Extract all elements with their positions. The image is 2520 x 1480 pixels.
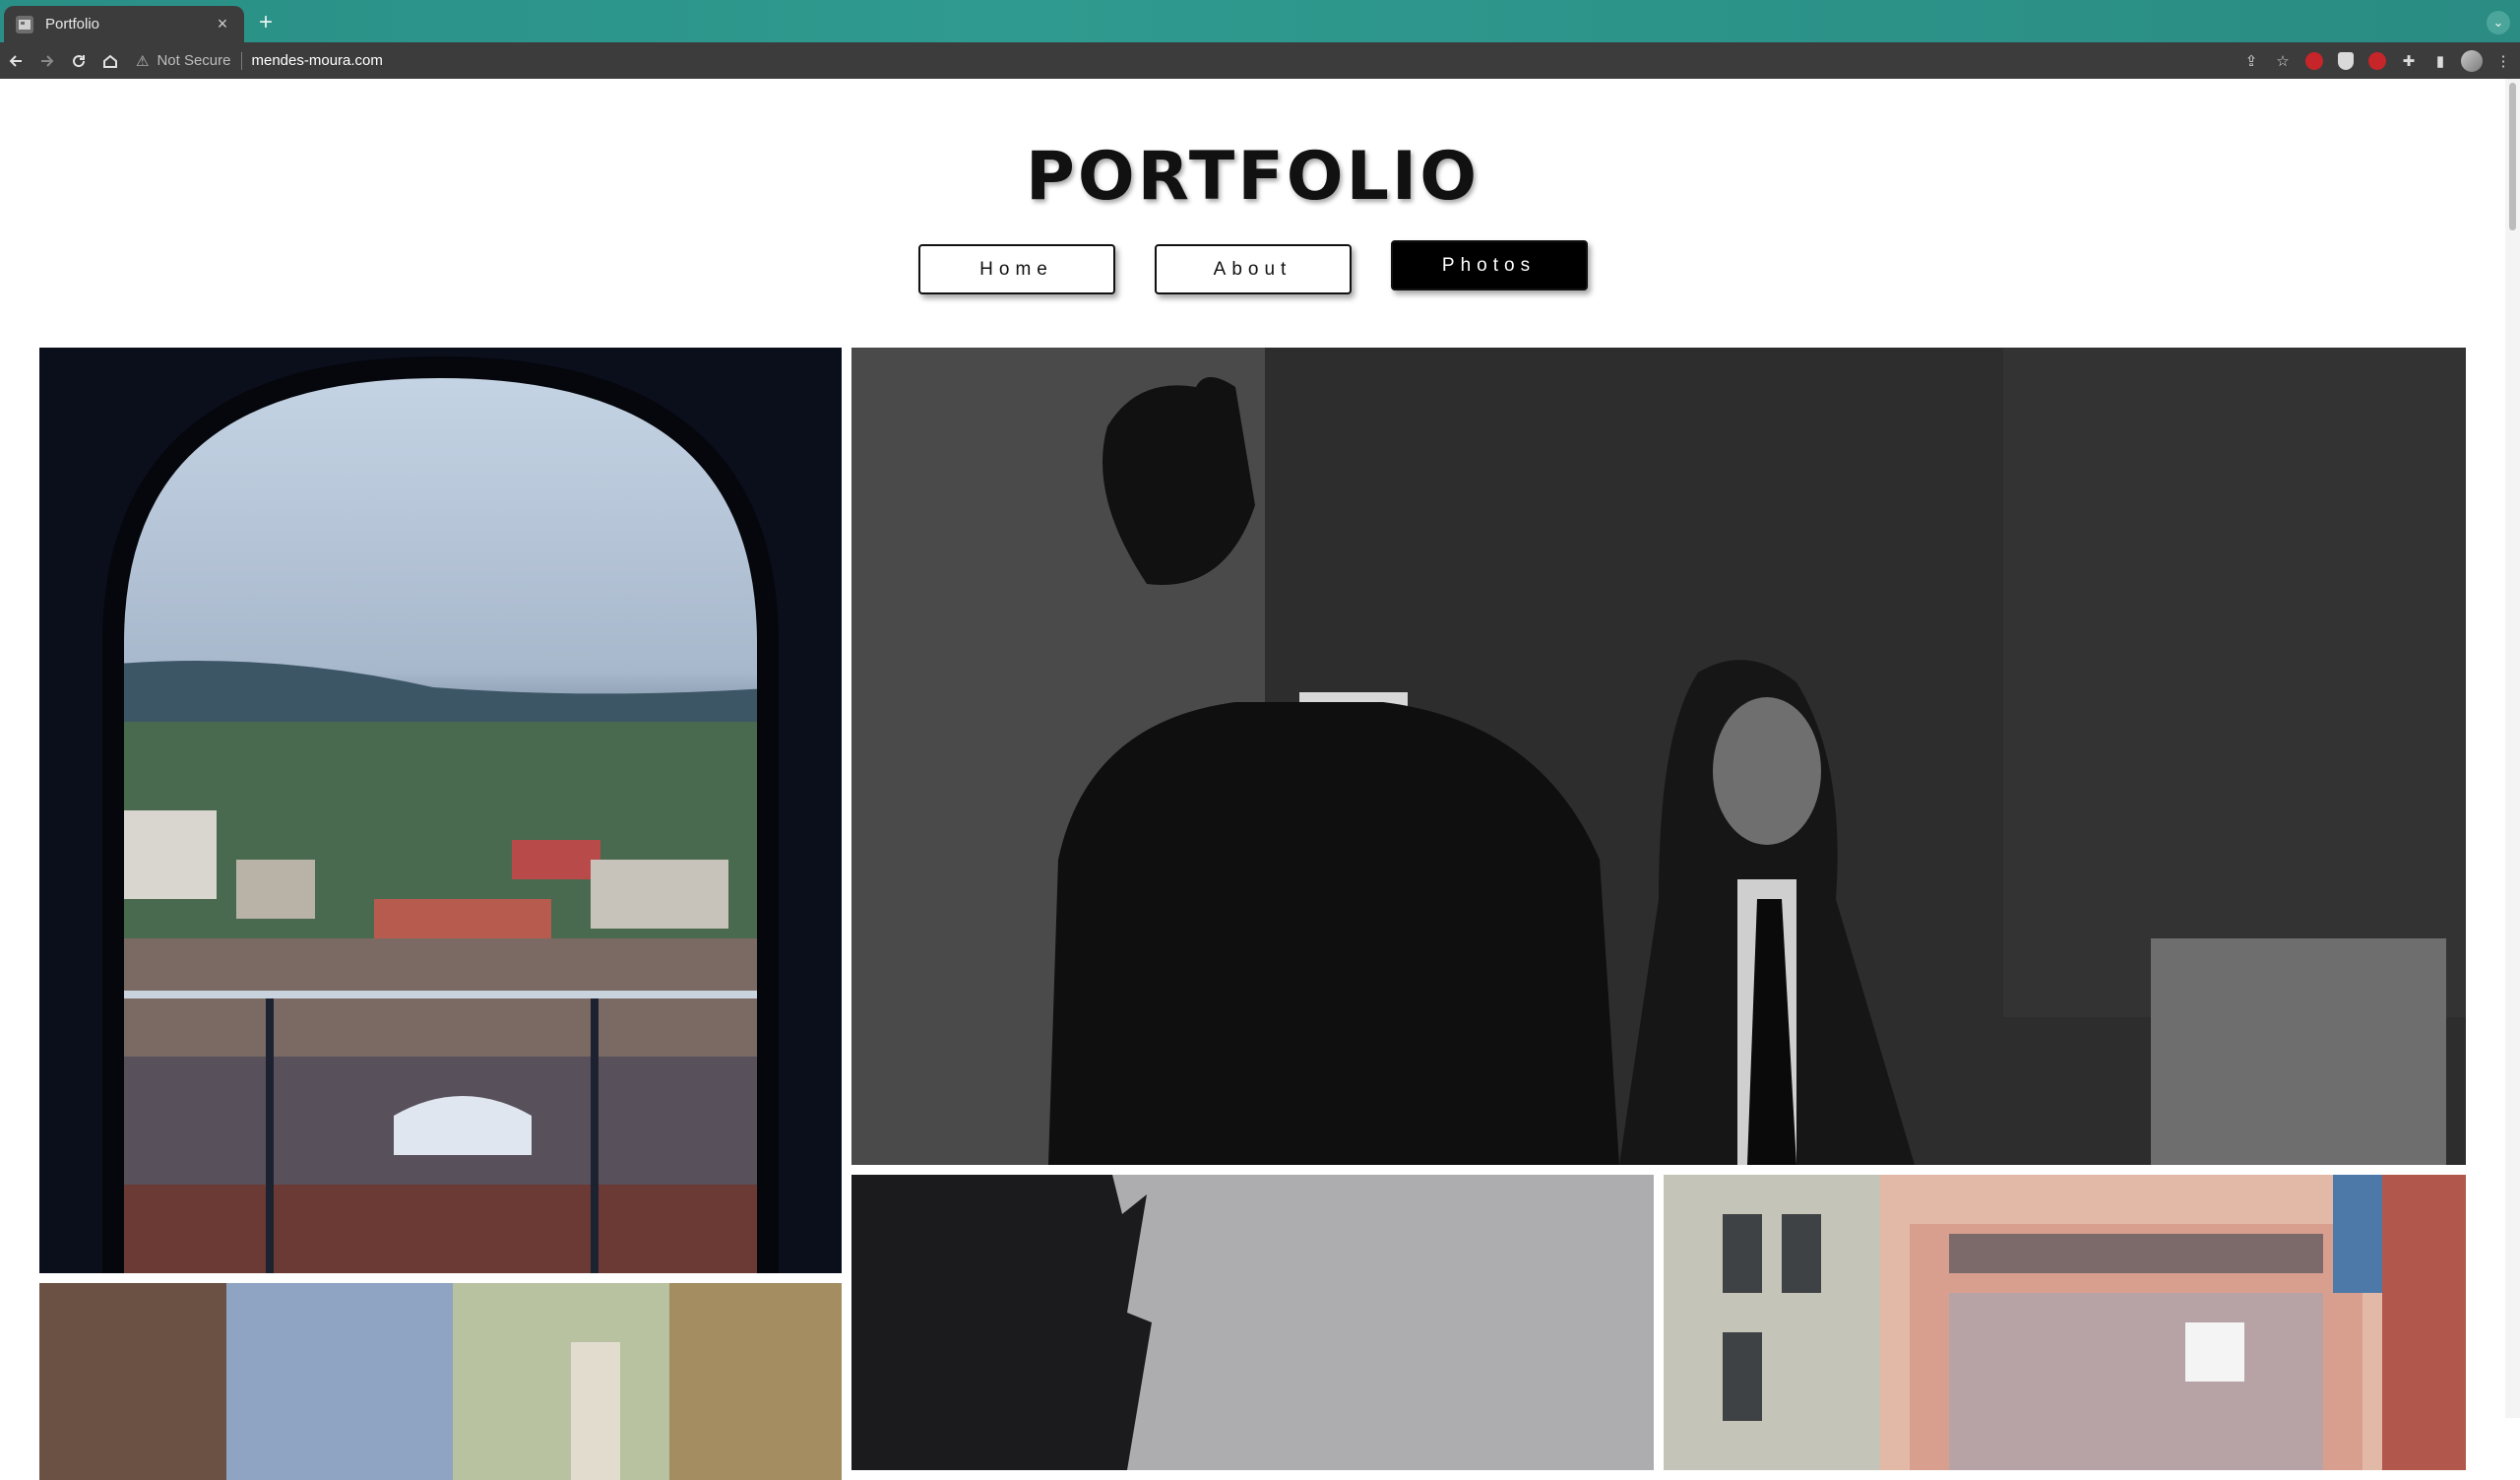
forward-icon[interactable] — [32, 45, 63, 77]
toolbar-actions: ⇪ ☆ ✚ ▮ ⋮ — [2240, 42, 2514, 79]
tab-favicon-icon — [16, 15, 33, 33]
pink-building-facade-photo[interactable] — [1664, 1175, 2466, 1470]
street-buildings-photo[interactable] — [39, 1283, 842, 1480]
scrollbar-thumb[interactable] — [2509, 83, 2516, 230]
nav-about-button[interactable]: About — [1154, 244, 1352, 294]
tab-search-icon[interactable]: ⌄ — [2487, 11, 2510, 34]
page-content: PORTFOLIO Home About Photos — [0, 79, 2505, 1480]
grey-silhouette-photo[interactable] — [851, 1175, 1654, 1470]
extension-shield-icon[interactable] — [2335, 50, 2357, 72]
omnibox-divider — [240, 51, 242, 70]
page-title: PORTFOLIO — [1025, 138, 1480, 216]
new-tab-button[interactable]: + — [254, 11, 278, 35]
two-people-monochrome-photo[interactable] — [851, 348, 2466, 1165]
browser-tabstrip: Portfolio × + ⌄ — [0, 0, 2520, 42]
city-view-through-window-photo[interactable] — [39, 348, 842, 1273]
browser-tab[interactable]: Portfolio × — [4, 6, 244, 42]
extension-red-badge-icon[interactable] — [2303, 50, 2325, 72]
bookmark-star-icon[interactable]: ☆ — [2272, 50, 2294, 72]
main-nav: Home About Photos — [0, 240, 2505, 294]
home-icon[interactable] — [94, 45, 126, 77]
tab-close-icon[interactable]: × — [213, 14, 232, 34]
share-icon[interactable]: ⇪ — [2240, 50, 2262, 72]
extensions-puzzle-icon[interactable]: ✚ — [2398, 50, 2420, 72]
extension-adblock-icon[interactable] — [2366, 50, 2388, 72]
profile-avatar[interactable] — [2461, 49, 2483, 72]
warning-icon: ⚠ — [136, 52, 150, 70]
back-icon[interactable] — [0, 45, 32, 77]
browser-toolbar: ⚠ Not Secure mendes-moura.com ⇪ ☆ ✚ ▮ ⋮ — [0, 42, 2520, 79]
page-scrollbar[interactable] — [2505, 79, 2520, 1418]
tab-title: Portfolio — [45, 16, 100, 32]
address-bar[interactable]: ⚠ Not Secure mendes-moura.com — [136, 46, 383, 76]
reload-icon[interactable] — [63, 45, 94, 77]
side-panel-icon[interactable]: ▮ — [2429, 50, 2451, 72]
nav-home-button[interactable]: Home — [917, 244, 1115, 294]
url-text[interactable]: mendes-moura.com — [252, 52, 383, 69]
menu-kebab-icon[interactable]: ⋮ — [2492, 50, 2514, 72]
security-label: Not Secure — [157, 52, 231, 69]
nav-photos-button[interactable]: Photos — [1390, 240, 1588, 290]
